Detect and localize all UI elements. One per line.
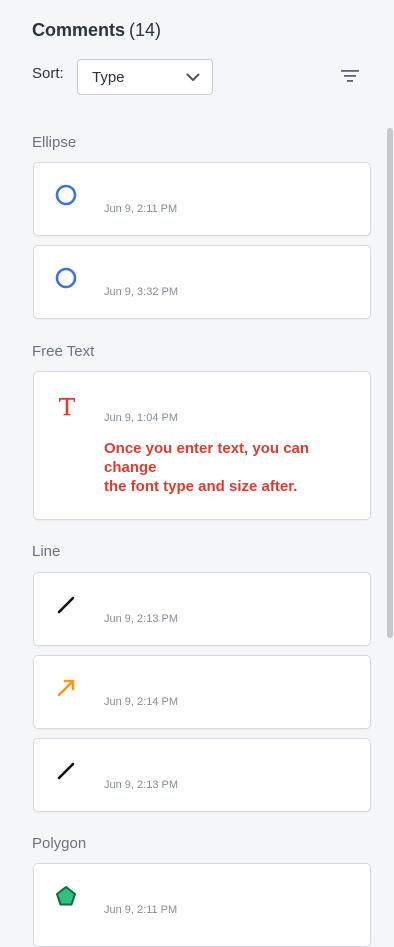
section-title-polygon: Polygon [32, 835, 87, 852]
comment-timestamp: Jun 9, 3:32 PM [104, 286, 178, 298]
sort-dropdown[interactable]: Type [77, 59, 213, 95]
polygon-icon [56, 886, 76, 906]
chevron-down-icon [186, 73, 200, 81]
ellipse-icon [55, 267, 77, 289]
comment-timestamp: Jun 9, 1:04 PM [104, 412, 178, 424]
comment-card[interactable]: Jun 9, 2:13 PM [33, 572, 371, 646]
comment-card[interactable]: Jun 9, 1:04 PM Once you enter text, you … [33, 371, 371, 520]
comment-card[interactable]: Jun 9, 2:13 PM [33, 738, 371, 812]
section-title-ellipse: Ellipse [32, 134, 77, 151]
comment-card[interactable]: Jun 9, 2:14 PM [33, 655, 371, 729]
sort-selected-value: Type [92, 68, 125, 86]
filter-icon[interactable] [340, 68, 360, 84]
comments-panel: Comments (14) Sort: Type Ellipse Jun 9, 2… [0, 0, 394, 947]
comment-text: Once you enter text, you can change the … [104, 440, 310, 495]
free-text-icon [59, 398, 75, 416]
comment-timestamp: Jun 9, 2:11 PM [104, 904, 178, 916]
section-title-free-text: Free Text [32, 343, 95, 360]
comment-timestamp: Jun 9, 2:11 PM [104, 203, 178, 215]
comment-card[interactable]: Jun 9, 2:11 PM [33, 863, 371, 947]
line-icon [57, 596, 75, 614]
section-title-line: Line [32, 543, 61, 560]
panel-title-label: Comments [32, 20, 126, 40]
comment-timestamp: Jun 9, 2:14 PM [104, 696, 178, 708]
comment-timestamp: Jun 9, 2:13 PM [104, 779, 178, 791]
scrollbar-thumb[interactable] [387, 128, 393, 638]
arrow-icon [57, 679, 75, 697]
comment-card[interactable]: Jun 9, 3:32 PM [33, 245, 371, 319]
line-icon [57, 762, 75, 780]
ellipse-icon [55, 184, 77, 206]
sort-label: Sort: [32, 65, 64, 82]
panel-title: Comments (14) [32, 20, 161, 41]
comment-card[interactable]: Jun 9, 2:11 PM [33, 162, 371, 236]
comment-timestamp: Jun 9, 2:13 PM [104, 613, 178, 625]
comment-count: (14) [129, 20, 162, 40]
